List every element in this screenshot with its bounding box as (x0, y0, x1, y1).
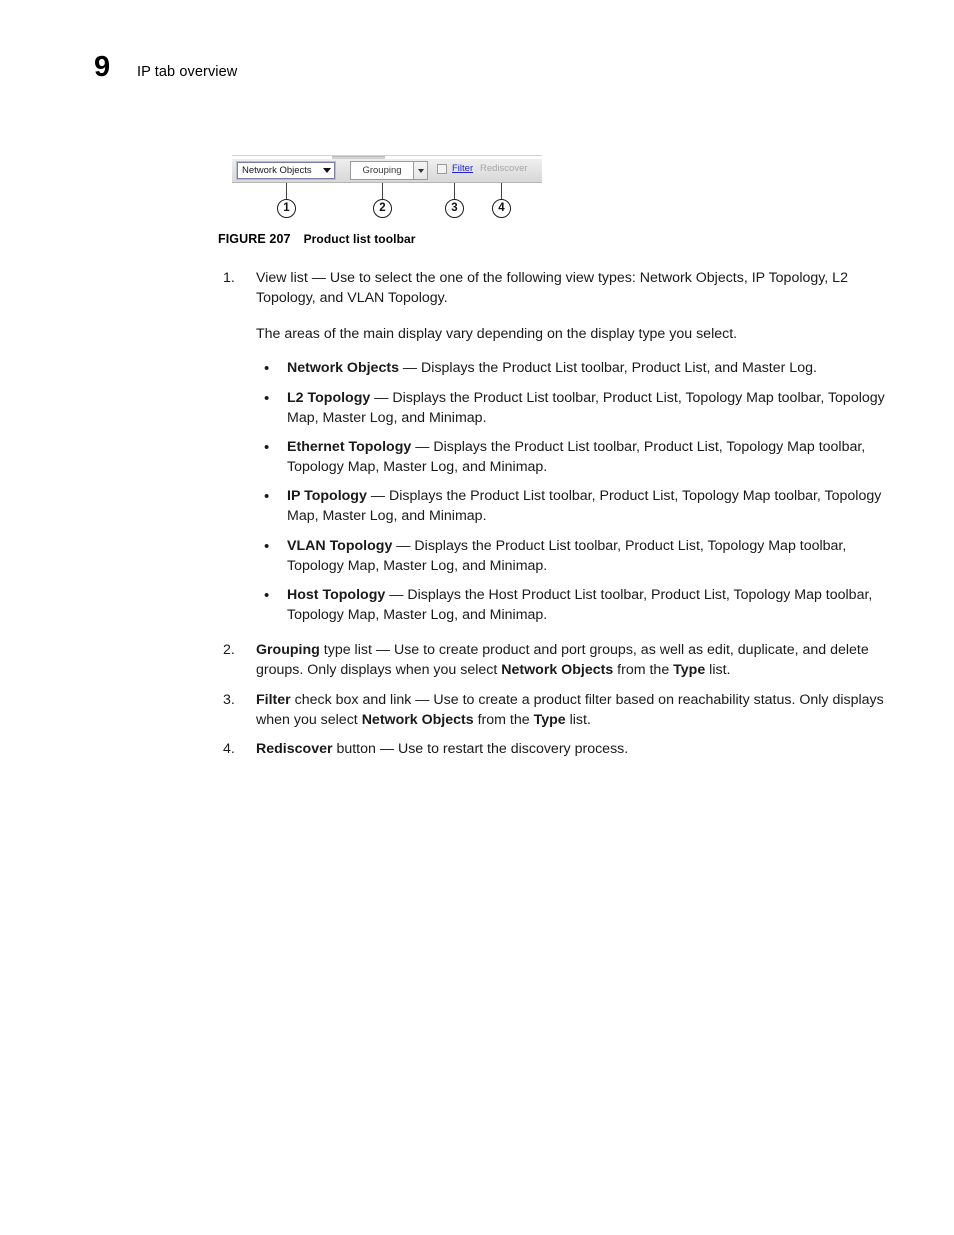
run-text: list. (565, 711, 591, 728)
callout-marker-3: 3 (445, 199, 464, 218)
numbered-list: 1. View list — Use to select the one of … (222, 268, 886, 759)
emphasis-term: Type (533, 711, 566, 728)
caret-down-icon (417, 168, 424, 173)
figure-caption-title: Product list toolbar (303, 232, 416, 246)
list-item-text: Rediscover button — Use to restart the d… (256, 739, 886, 759)
document-page: 9 IP tab overview Network Objects Groupi… (0, 0, 954, 1235)
callout-leader-line (286, 183, 287, 199)
bullet-dot-icon: • (264, 438, 270, 456)
list-item-subparagraph: The areas of the main display vary depen… (256, 326, 738, 343)
bullet-dot-icon: • (264, 488, 270, 506)
callout-marker-2: 2 (373, 199, 392, 218)
list-item-1: 1. View list — Use to select the one of … (222, 268, 886, 625)
bullet-term: Network Objects (287, 360, 399, 377)
rediscover-button[interactable]: Rediscover (480, 164, 528, 174)
figure-callouts: 1 2 3 4 (232, 183, 542, 227)
callout-marker-4: 4 (492, 199, 511, 218)
list-item-text: Grouping type list — Use to create produ… (256, 640, 886, 680)
grouping-dropdown-value: Grouping (362, 164, 402, 176)
filter-control-group: Filter (437, 164, 473, 174)
list-item: • Network Objects — Displays the Product … (256, 358, 886, 378)
bullet-list: • Network Objects — Displays the Product … (256, 358, 886, 625)
list-item-number: 2. (223, 642, 235, 659)
filter-link[interactable]: Filter (452, 164, 473, 174)
list-item-text: View list — Use to select the one of the… (256, 270, 848, 307)
bullet-term: Ethernet Topology (287, 438, 412, 455)
filter-checkbox[interactable] (437, 164, 447, 174)
bullet-dot-icon: • (264, 537, 270, 555)
list-item-2: 2. Grouping type list — Use to create pr… (222, 640, 886, 680)
run-text: from the (613, 662, 674, 679)
bullet-dot-icon: • (264, 389, 270, 407)
body-content: 1. View list — Use to select the one of … (222, 268, 886, 768)
callout-leader-line (382, 183, 383, 199)
figure-caption: FIGURE 207 Product list toolbar (218, 232, 416, 246)
list-item-number: 1. (223, 270, 235, 286)
list-item-number: 4. (223, 740, 235, 757)
grouping-dropdown[interactable]: Grouping (350, 161, 428, 180)
emphasis-term: Filter (256, 691, 291, 708)
bullet-term: VLAN Topology (287, 537, 393, 554)
emphasis-term: Grouping (256, 642, 320, 659)
list-item: • Ethernet Topology — Displays the Produc… (256, 437, 886, 477)
run-text: button — Use to restart the discovery pr… (332, 740, 629, 757)
bullet-term: L2 Topology (287, 389, 371, 406)
page-header: 9 IP tab overview (94, 53, 237, 82)
emphasis-term: Rediscover (256, 740, 333, 757)
list-item-number: 3. (223, 691, 235, 708)
list-item: • L2 Topology — Displays the Product List… (256, 388, 886, 428)
bullet-term: Host Topology (287, 586, 386, 603)
list-item-4: 4. Rediscover button — Use to restart th… (222, 739, 886, 759)
bullet-description: — Displays the Product List toolbar, Pro… (287, 488, 882, 525)
emphasis-term: Type (673, 662, 706, 679)
figure-caption-number: FIGURE 207 (218, 232, 291, 246)
callout-marker-1: 1 (277, 199, 296, 218)
emphasis-term: Network Objects (361, 711, 474, 728)
grouping-dropdown-arrow-button[interactable] (413, 161, 428, 180)
bullet-dot-icon: • (264, 586, 270, 604)
callout-leader-line (501, 183, 502, 199)
caret-down-icon (323, 168, 331, 173)
chapter-number: 9 (94, 51, 110, 83)
bullet-term: IP Topology (287, 488, 367, 505)
list-item: • VLAN Topology — Displays the Product Li… (256, 536, 886, 576)
figure-graphic: Network Objects Grouping Filter Rediscov… (232, 155, 552, 227)
view-type-dropdown[interactable]: Network Objects (237, 162, 335, 179)
grouping-dropdown-field[interactable]: Grouping (350, 161, 413, 180)
list-item-3: 3. Filter check box and link — Use to cr… (222, 690, 886, 730)
list-item: • IP Topology — Displays the Product List… (256, 486, 886, 526)
run-text: list. (705, 662, 731, 679)
bullet-description: — Displays the Product List toolbar, Pro… (398, 360, 817, 377)
bullet-dot-icon: • (264, 360, 270, 378)
view-type-dropdown-value: Network Objects (242, 164, 312, 176)
run-text: from the (473, 711, 534, 728)
list-item-text: Filter check box and link — Use to creat… (256, 690, 886, 730)
callout-leader-line (454, 183, 455, 199)
emphasis-term: Network Objects (501, 662, 614, 679)
product-list-toolbar: Network Objects Grouping Filter Rediscov… (232, 155, 542, 183)
bullet-description: — Displays the Product List toolbar, Pro… (287, 389, 885, 426)
chapter-title: IP tab overview (137, 64, 238, 80)
list-item: • Host Topology — Displays the Host Produ… (256, 585, 886, 625)
